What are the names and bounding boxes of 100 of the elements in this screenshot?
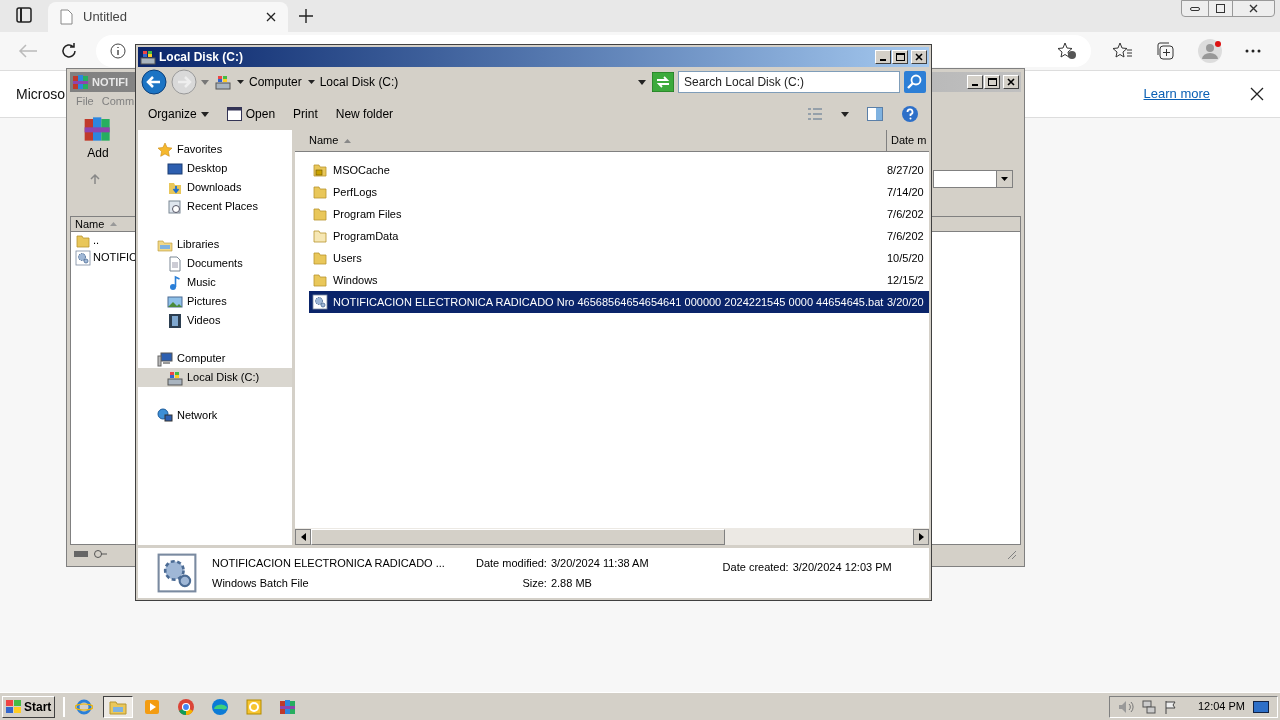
file-row[interactable]: NOTIFIC — [71, 249, 134, 266]
window-title: NOTIFI — [92, 74, 129, 90]
nav-item[interactable]: Desktop — [138, 159, 292, 178]
windows-flag-icon — [6, 699, 22, 714]
nav-item[interactable]: Computer — [138, 349, 292, 368]
file-name: Program Files — [333, 206, 402, 222]
window-icon — [226, 107, 242, 121]
file-name: MSOCache — [333, 162, 390, 178]
toolbar-button[interactable]: Open — [226, 105, 276, 123]
close-icon — [1249, 4, 1258, 13]
maximize-button[interactable] — [892, 50, 908, 64]
preview-pane-icon[interactable] — [867, 107, 883, 121]
favorites-icon[interactable] — [1113, 42, 1133, 60]
path-dropdown[interactable] — [933, 170, 1013, 188]
nav-item[interactable]: Downloads — [138, 178, 292, 197]
date-cell-text: 10/5/20 — [887, 250, 924, 266]
date-cell-text: 7/6/202 — [887, 206, 924, 222]
history-caret-icon[interactable] — [201, 79, 209, 85]
file-row[interactable]: Windows 12/15/2 — [309, 269, 929, 291]
window-title: Local Disk (C:) — [159, 49, 243, 66]
info-text: Microso — [16, 84, 65, 104]
toolbar-button[interactable]: Print — [293, 105, 318, 123]
new-tab-icon[interactable] — [298, 8, 314, 24]
column-header[interactable]: Name — [71, 215, 133, 233]
minimize-button[interactable] — [875, 50, 891, 64]
file-row[interactable]: ProgramData 7/6/202 — [309, 225, 929, 247]
flag-icon[interactable] — [1163, 699, 1178, 714]
file-row[interactable]: NOTIFICACION ELECTRONICA RADICADO Nro 46568564654654641 000000 2024221545 0000 44654645.bat 3/20/20 — [309, 291, 929, 313]
gear-file-icon — [156, 552, 198, 594]
add-button[interactable]: Add — [76, 114, 120, 162]
avatar-icon[interactable] — [1197, 38, 1223, 64]
file-name: Users — [333, 250, 362, 266]
archive-books-icon — [72, 73, 90, 91]
more-icon[interactable] — [1245, 49, 1261, 53]
breadcrumb-item[interactable]: Computer — [237, 73, 302, 91]
sort-arrow-icon — [110, 222, 118, 226]
nav-item[interactable]: Recent Places — [138, 197, 292, 216]
show-desktop-icon[interactable] — [1253, 699, 1269, 714]
nav-item[interactable]: Local Disk (C:) — [138, 368, 292, 387]
gear-file-icon — [312, 294, 328, 310]
caret-icon — [307, 80, 315, 84]
resize-grip-icon — [1005, 548, 1017, 560]
monitor-icon — [167, 160, 183, 177]
refresh-icon[interactable] — [60, 42, 78, 60]
search-field[interactable]: Search Local Disk (C:) — [678, 71, 900, 93]
search-button[interactable] — [904, 71, 926, 93]
nav-item[interactable]: Music — [138, 273, 292, 292]
horizontal-scrollbar[interactable] — [295, 528, 929, 545]
field-value: 3/20/2024 12:03 PM — [792, 560, 892, 575]
nav-item[interactable]: Documents — [138, 254, 292, 273]
start-button[interactable]: Start — [2, 695, 56, 718]
nav-item[interactable]: Network — [138, 406, 292, 425]
page-icon — [60, 9, 73, 25]
help-icon[interactable] — [901, 105, 919, 123]
recent-places-icon — [167, 198, 183, 215]
taskbar-button[interactable] — [103, 695, 134, 718]
column-header[interactable]: Date m — [887, 130, 929, 151]
info-icon — [110, 43, 126, 59]
close-icon[interactable] — [1250, 87, 1264, 101]
browser-tab[interactable]: Untitled — [48, 2, 288, 32]
drive-key-icon — [74, 549, 108, 559]
add-favorite-icon[interactable] — [1057, 42, 1077, 60]
left-arrow-icon[interactable] — [300, 532, 306, 541]
file-row[interactable]: Program Files 7/6/202 — [309, 203, 929, 225]
breadcrumb-item[interactable]: Local Disk (C:) — [307, 73, 399, 91]
file-row[interactable]: PerfLogs 7/14/20 — [309, 181, 929, 203]
nav-item[interactable]: Favorites — [138, 140, 292, 159]
toolbar-button[interactable]: New folder — [335, 105, 394, 123]
back-button[interactable] — [141, 69, 167, 95]
close-icon — [915, 53, 923, 61]
toolbar-button[interactable]: Organize — [148, 105, 209, 123]
file-row[interactable]: Users 10/5/20 — [309, 247, 929, 269]
file-row[interactable]: MSOCache 8/27/20 — [309, 159, 929, 181]
folder-icon — [75, 232, 91, 249]
collections-icon[interactable] — [1155, 42, 1175, 60]
caret-icon — [1001, 177, 1008, 181]
folder-icon — [312, 272, 328, 288]
locked-folder-icon — [312, 162, 328, 178]
file-name: Windows — [333, 272, 378, 288]
picture-icon — [167, 293, 183, 310]
close-icon[interactable] — [266, 12, 276, 22]
refresh-button[interactable] — [652, 72, 674, 92]
minimize-button[interactable] — [967, 75, 983, 89]
gear-file-icon — [75, 249, 91, 266]
nav-item[interactable]: Libraries — [138, 235, 292, 254]
field-value: 2.88 MB — [550, 576, 593, 591]
tab-actions-icon[interactable] — [16, 7, 32, 23]
learn-more-link[interactable]: Learn more — [1143, 84, 1210, 104]
file-row[interactable]: .. — [71, 232, 134, 249]
network-icon[interactable] — [1141, 699, 1156, 714]
column-header[interactable]: Name — [295, 130, 887, 151]
up-arrow-icon — [88, 172, 102, 186]
archive-books-icon — [279, 697, 298, 716]
folder-icon — [312, 206, 328, 222]
right-arrow-icon[interactable] — [918, 532, 924, 541]
folder-icon — [312, 184, 328, 200]
nav-item[interactable]: Videos — [138, 311, 292, 330]
star-icon — [157, 141, 173, 158]
maximize-button[interactable] — [984, 75, 1000, 89]
nav-item[interactable]: Pictures — [138, 292, 292, 311]
